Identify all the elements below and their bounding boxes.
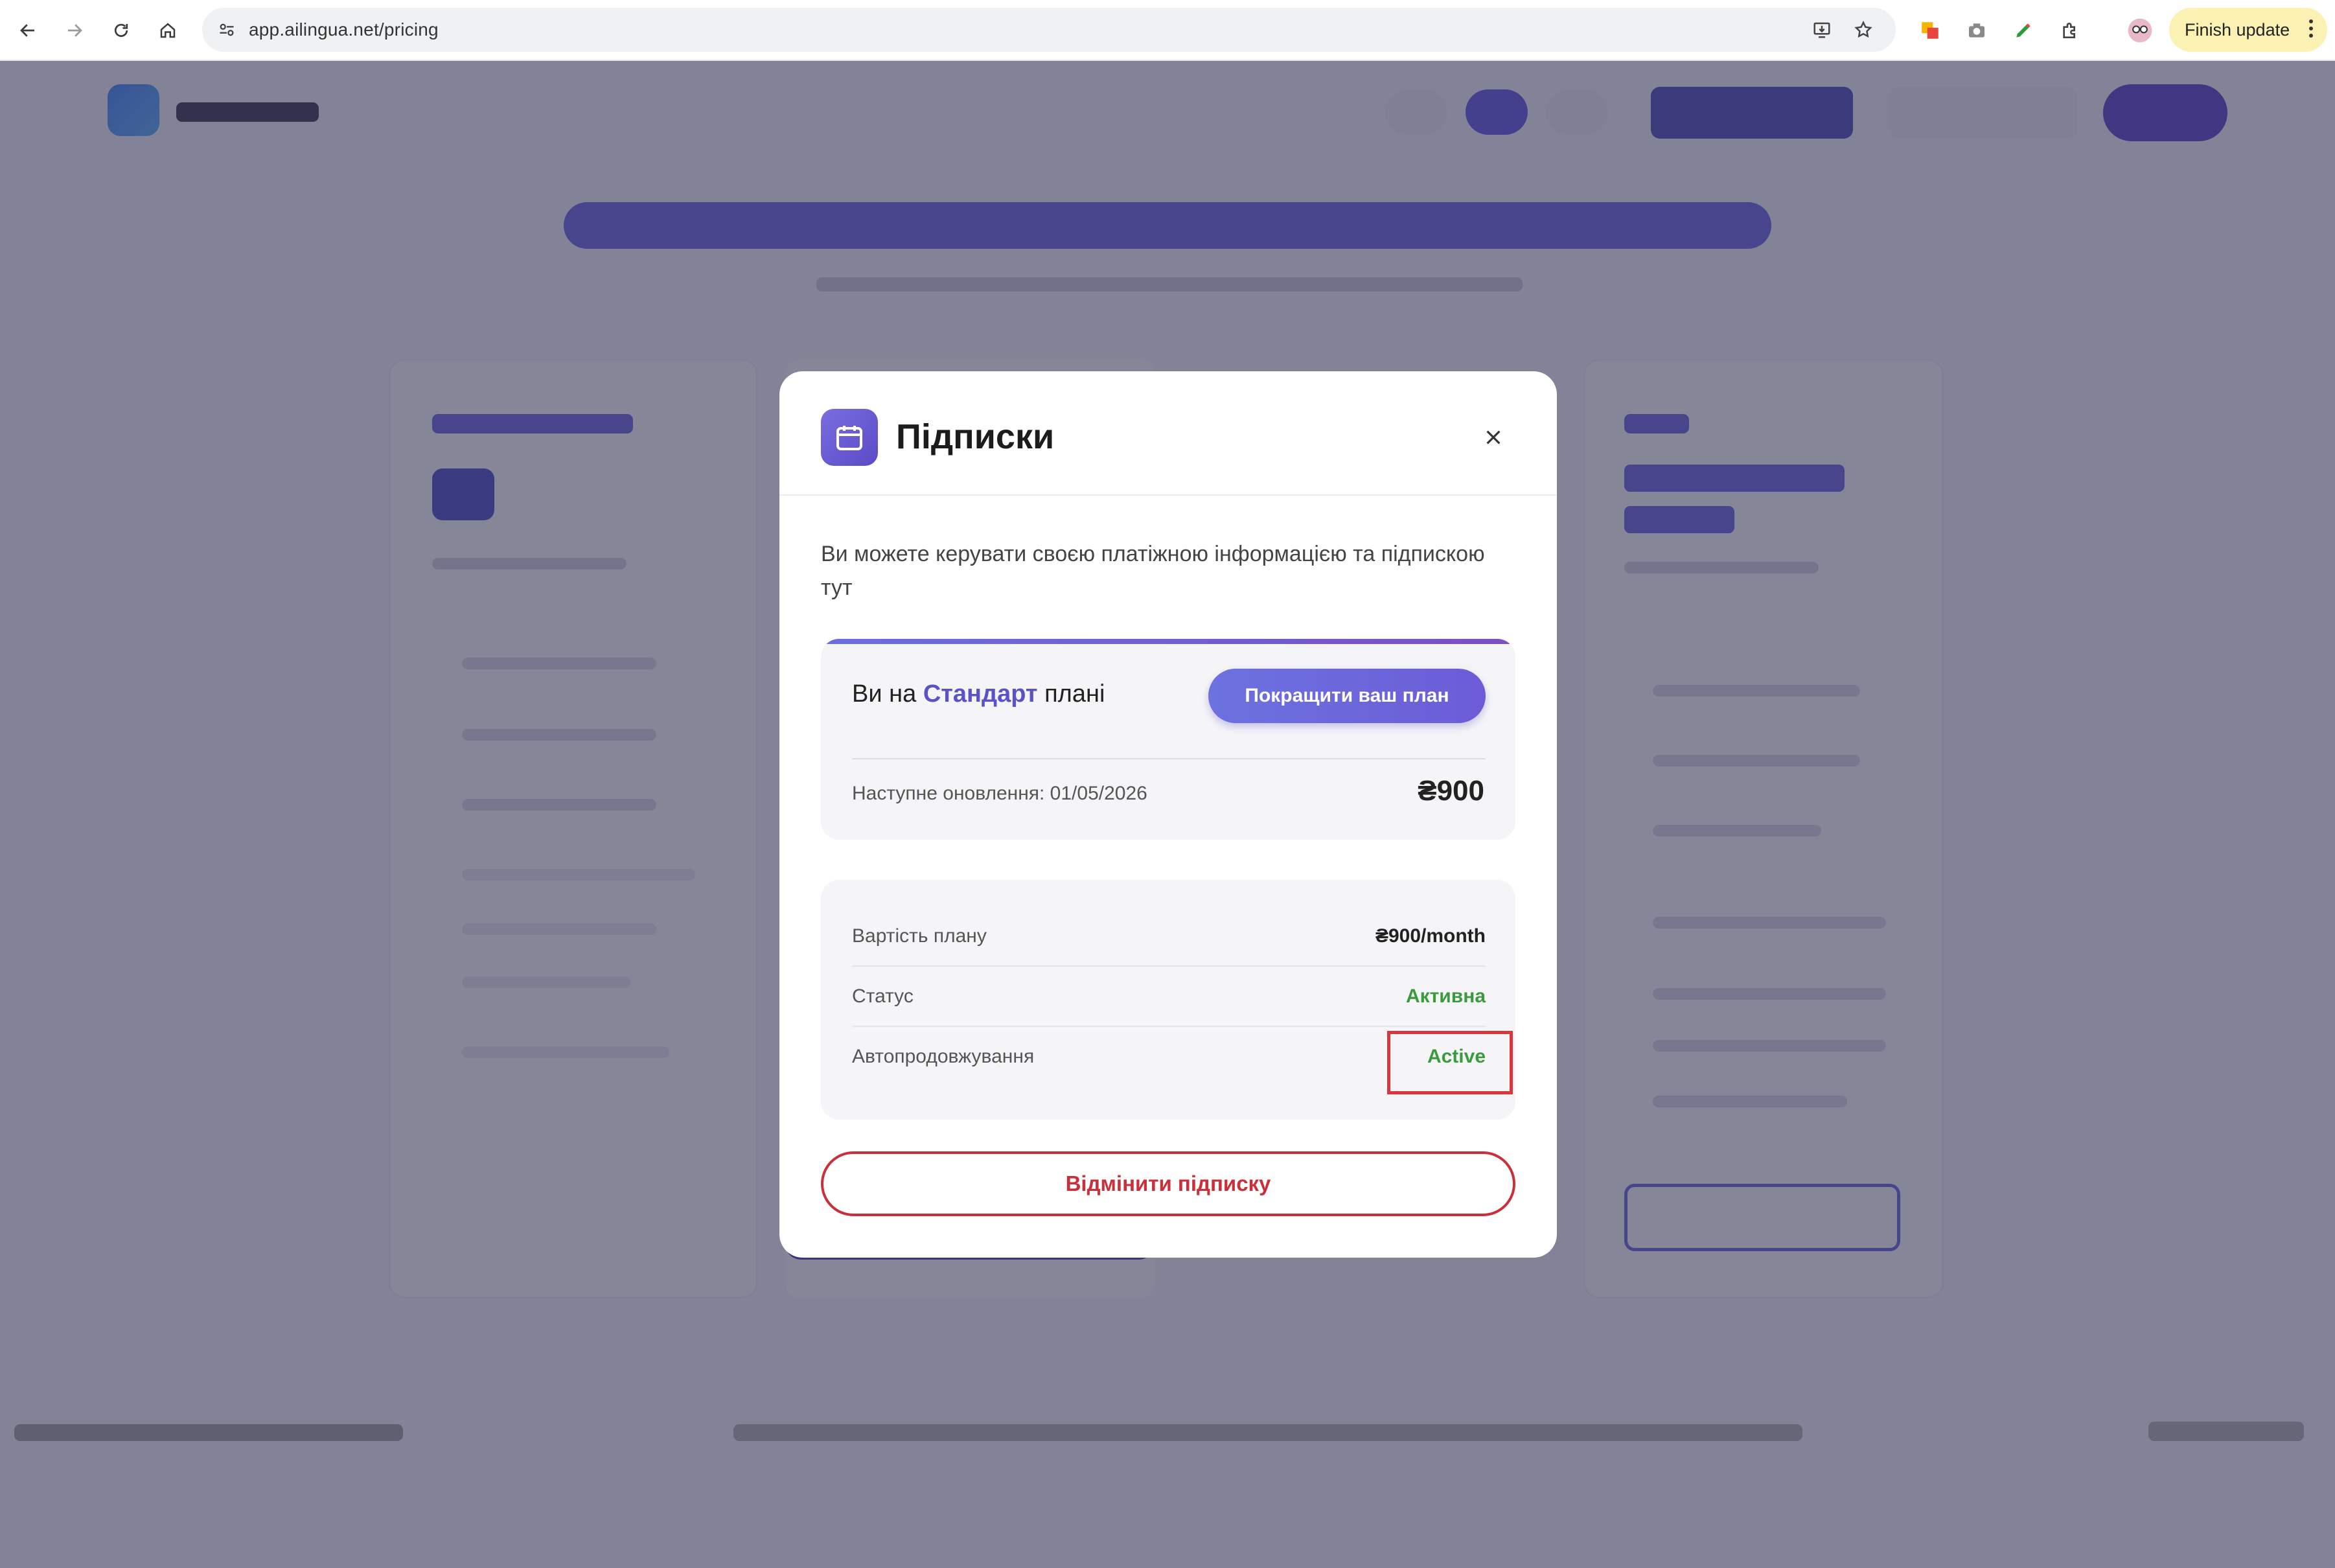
site-info-icon[interactable] bbox=[213, 16, 241, 44]
modal-description: Ви можете керувати своєю платіжною інфор… bbox=[821, 542, 1485, 600]
status-badge: Активна bbox=[1405, 986, 1486, 1007]
back-icon[interactable] bbox=[12, 14, 44, 47]
home-icon[interactable] bbox=[152, 14, 184, 47]
extension-camera-icon[interactable] bbox=[1961, 14, 1993, 47]
calendar-icon bbox=[821, 409, 878, 466]
profile-avatar-icon[interactable] bbox=[2124, 14, 2156, 47]
reload-icon[interactable] bbox=[105, 14, 137, 47]
extension-office-icon[interactable] bbox=[1914, 14, 1946, 47]
detail-label: Автопродовжування bbox=[852, 1046, 1035, 1067]
finish-update-button[interactable]: Finish update bbox=[2169, 8, 2327, 52]
bookmark-star-icon[interactable] bbox=[1849, 16, 1878, 44]
extension-pen-icon[interactable] bbox=[2007, 14, 2040, 47]
plan-name: Стандарт bbox=[923, 680, 1038, 708]
modal-title: Підписки bbox=[896, 417, 1055, 456]
plan-accent-bar bbox=[821, 639, 1515, 644]
divider bbox=[852, 758, 1486, 759]
detail-label: Вартість плану bbox=[852, 925, 987, 947]
install-app-icon[interactable] bbox=[1808, 16, 1836, 44]
plan-price: ₴900 bbox=[1418, 775, 1484, 807]
detail-label: Статус bbox=[852, 986, 914, 1007]
detail-value: ₴900/month bbox=[1375, 925, 1486, 947]
forward-icon[interactable] bbox=[58, 14, 91, 47]
detail-row-plan-cost: Вартість плану ₴900/month bbox=[852, 906, 1486, 965]
detail-row-status: Статус Активна bbox=[852, 966, 1486, 1026]
highlight-box bbox=[1387, 1031, 1513, 1094]
current-plan-text: Ви на Стандарт плані bbox=[852, 680, 1105, 708]
browser-toolbar: app.ailingua.net/pricing Finish update bbox=[0, 0, 2335, 61]
extensions-puzzle-icon[interactable] bbox=[2054, 14, 2086, 47]
more-menu-icon bbox=[2309, 19, 2313, 40]
subscriptions-modal: Підписки Ви можете керувати своєю платіж… bbox=[779, 371, 1557, 1258]
url-text[interactable]: app.ailingua.net/pricing bbox=[249, 19, 439, 40]
finish-update-label: Finish update bbox=[2185, 19, 2290, 40]
cancel-subscription-button[interactable]: Відмінити підписку bbox=[821, 1151, 1515, 1216]
upgrade-plan-button[interactable]: Покращити ваш план bbox=[1208, 669, 1486, 723]
close-icon[interactable] bbox=[1473, 417, 1514, 458]
modal-header: Підписки bbox=[779, 371, 1557, 496]
current-plan-card: Ви на Стандарт плані Покращити ваш план … bbox=[821, 639, 1515, 840]
address-bar[interactable]: app.ailingua.net/pricing bbox=[202, 8, 1896, 52]
plan-suffix: плані bbox=[1044, 680, 1105, 708]
next-renewal-text: Наступне оновлення: 01/05/2026 bbox=[852, 783, 1147, 804]
plan-prefix: Ви на bbox=[852, 680, 917, 708]
